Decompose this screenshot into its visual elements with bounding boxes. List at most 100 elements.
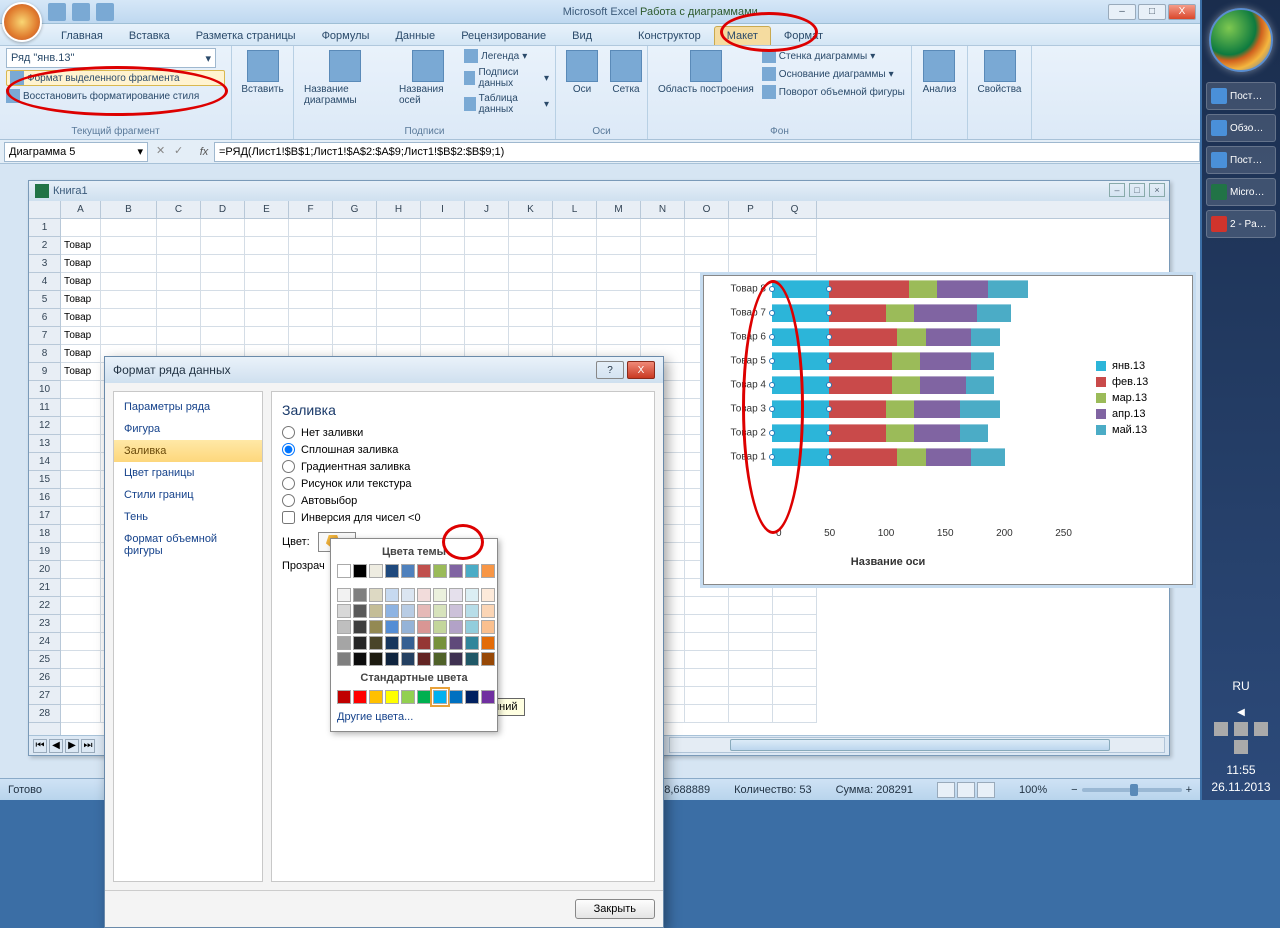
cell[interactable]: [597, 291, 641, 309]
rotation-3d-button[interactable]: Поворот объемной фигуры: [762, 84, 905, 100]
row-header[interactable]: 1: [29, 219, 60, 237]
legend-item[interactable]: май.13: [1096, 424, 1182, 436]
color-swatch[interactable]: [337, 636, 351, 650]
selection-handle[interactable]: [826, 358, 832, 364]
taskbar-item[interactable]: Пост…: [1206, 146, 1276, 174]
cell[interactable]: [61, 543, 101, 561]
cancel-formula-icon[interactable]: ✕: [156, 144, 172, 160]
cell[interactable]: [61, 507, 101, 525]
data-labels-button[interactable]: Подписи данных ▾: [464, 66, 549, 90]
row-header[interactable]: 26: [29, 669, 60, 687]
tab-chart-layout[interactable]: Макет: [714, 26, 771, 45]
bar-segment[interactable]: [772, 352, 829, 370]
color-swatch[interactable]: [481, 604, 495, 618]
cell[interactable]: [773, 687, 817, 705]
bar-segment[interactable]: [920, 376, 966, 394]
cell[interactable]: [289, 219, 333, 237]
cell[interactable]: [377, 273, 421, 291]
cell[interactable]: [597, 309, 641, 327]
formula-input[interactable]: =РЯД(Лист1!$B$1;Лист1!$A$2:$A$9;Лист1!$B…: [214, 142, 1200, 162]
cell[interactable]: [597, 273, 641, 291]
tray-expand-icon[interactable]: ◀: [1237, 707, 1245, 718]
cell[interactable]: [157, 327, 201, 345]
cell[interactable]: [201, 237, 245, 255]
column-header[interactable]: E: [245, 201, 289, 218]
cell[interactable]: [641, 327, 685, 345]
book-minimize-button[interactable]: –: [1109, 183, 1125, 197]
chart-bar[interactable]: Товар 5: [772, 352, 994, 370]
legend-item[interactable]: янв.13: [1096, 360, 1182, 372]
horizontal-scrollbar[interactable]: [669, 737, 1165, 753]
more-colors-link[interactable]: Другие цвета...: [335, 707, 493, 727]
selection-handle[interactable]: [769, 382, 775, 388]
cell[interactable]: [157, 237, 201, 255]
cell[interactable]: [553, 237, 597, 255]
color-swatch[interactable]: [433, 588, 447, 602]
cell[interactable]: [773, 597, 817, 615]
color-swatch[interactable]: [481, 588, 495, 602]
cell[interactable]: [729, 669, 773, 687]
color-swatch[interactable]: [353, 636, 367, 650]
cell[interactable]: [421, 219, 465, 237]
fx-icon[interactable]: fx: [194, 146, 214, 158]
cell[interactable]: [101, 273, 157, 291]
cell[interactable]: [773, 255, 817, 273]
cell[interactable]: [465, 219, 509, 237]
bar-segment[interactable]: [886, 424, 914, 442]
chart-wall-button[interactable]: Стенка диаграммы ▾: [762, 48, 905, 64]
cell[interactable]: [597, 327, 641, 345]
row-header[interactable]: 8: [29, 345, 60, 363]
color-swatch[interactable]: [385, 604, 399, 618]
color-swatch[interactable]: [433, 690, 447, 704]
bar-segment[interactable]: [966, 376, 994, 394]
bar-segment[interactable]: [926, 328, 972, 346]
legend-item[interactable]: апр.13: [1096, 408, 1182, 420]
column-header[interactable]: I: [421, 201, 465, 218]
color-swatch[interactable]: [465, 652, 479, 666]
sidebar-item-shape[interactable]: Фигура: [114, 418, 262, 440]
selection-handle[interactable]: [769, 310, 775, 316]
chart-title-button[interactable]: Название диаграммы: [300, 48, 391, 108]
cell[interactable]: [465, 327, 509, 345]
column-header[interactable]: A: [61, 201, 101, 218]
color-swatch[interactable]: [481, 636, 495, 650]
cell[interactable]: [61, 633, 101, 651]
bar-segment[interactable]: [897, 448, 925, 466]
tab-formulas[interactable]: Формулы: [309, 26, 383, 45]
cell[interactable]: [641, 273, 685, 291]
chart-bar[interactable]: Товар 3: [772, 400, 1000, 418]
cell[interactable]: [157, 255, 201, 273]
cell[interactable]: [101, 309, 157, 327]
tab-insert[interactable]: Вставка: [116, 26, 183, 45]
name-box[interactable]: Диаграмма 5▾: [4, 142, 148, 162]
color-swatch[interactable]: [449, 604, 463, 618]
tray-icon[interactable]: [1234, 740, 1248, 754]
cell[interactable]: [101, 219, 157, 237]
row-header[interactable]: 19: [29, 543, 60, 561]
bar-segment[interactable]: [886, 304, 914, 322]
bar-segment[interactable]: [829, 376, 892, 394]
color-swatch[interactable]: [481, 564, 495, 578]
row-header[interactable]: 14: [29, 453, 60, 471]
cell[interactable]: [553, 291, 597, 309]
cell[interactable]: [597, 237, 641, 255]
cell[interactable]: [465, 255, 509, 273]
cell[interactable]: [201, 309, 245, 327]
color-swatch[interactable]: [369, 690, 383, 704]
view-normal-icon[interactable]: [937, 782, 955, 798]
cell[interactable]: [377, 237, 421, 255]
color-swatch[interactable]: [337, 690, 351, 704]
row-header[interactable]: 21: [29, 579, 60, 597]
cell[interactable]: [641, 255, 685, 273]
sheet-nav-prev[interactable]: ◀: [49, 739, 63, 753]
cell[interactable]: [729, 615, 773, 633]
color-swatch[interactable]: [353, 588, 367, 602]
color-swatch[interactable]: [337, 620, 351, 634]
color-swatch[interactable]: [353, 620, 367, 634]
cell[interactable]: [245, 327, 289, 345]
book-maximize-button[interactable]: □: [1129, 183, 1145, 197]
cell[interactable]: [465, 237, 509, 255]
cell[interactable]: [421, 309, 465, 327]
sidebar-item-series-options[interactable]: Параметры ряда: [114, 396, 262, 418]
bar-segment[interactable]: [937, 280, 988, 298]
